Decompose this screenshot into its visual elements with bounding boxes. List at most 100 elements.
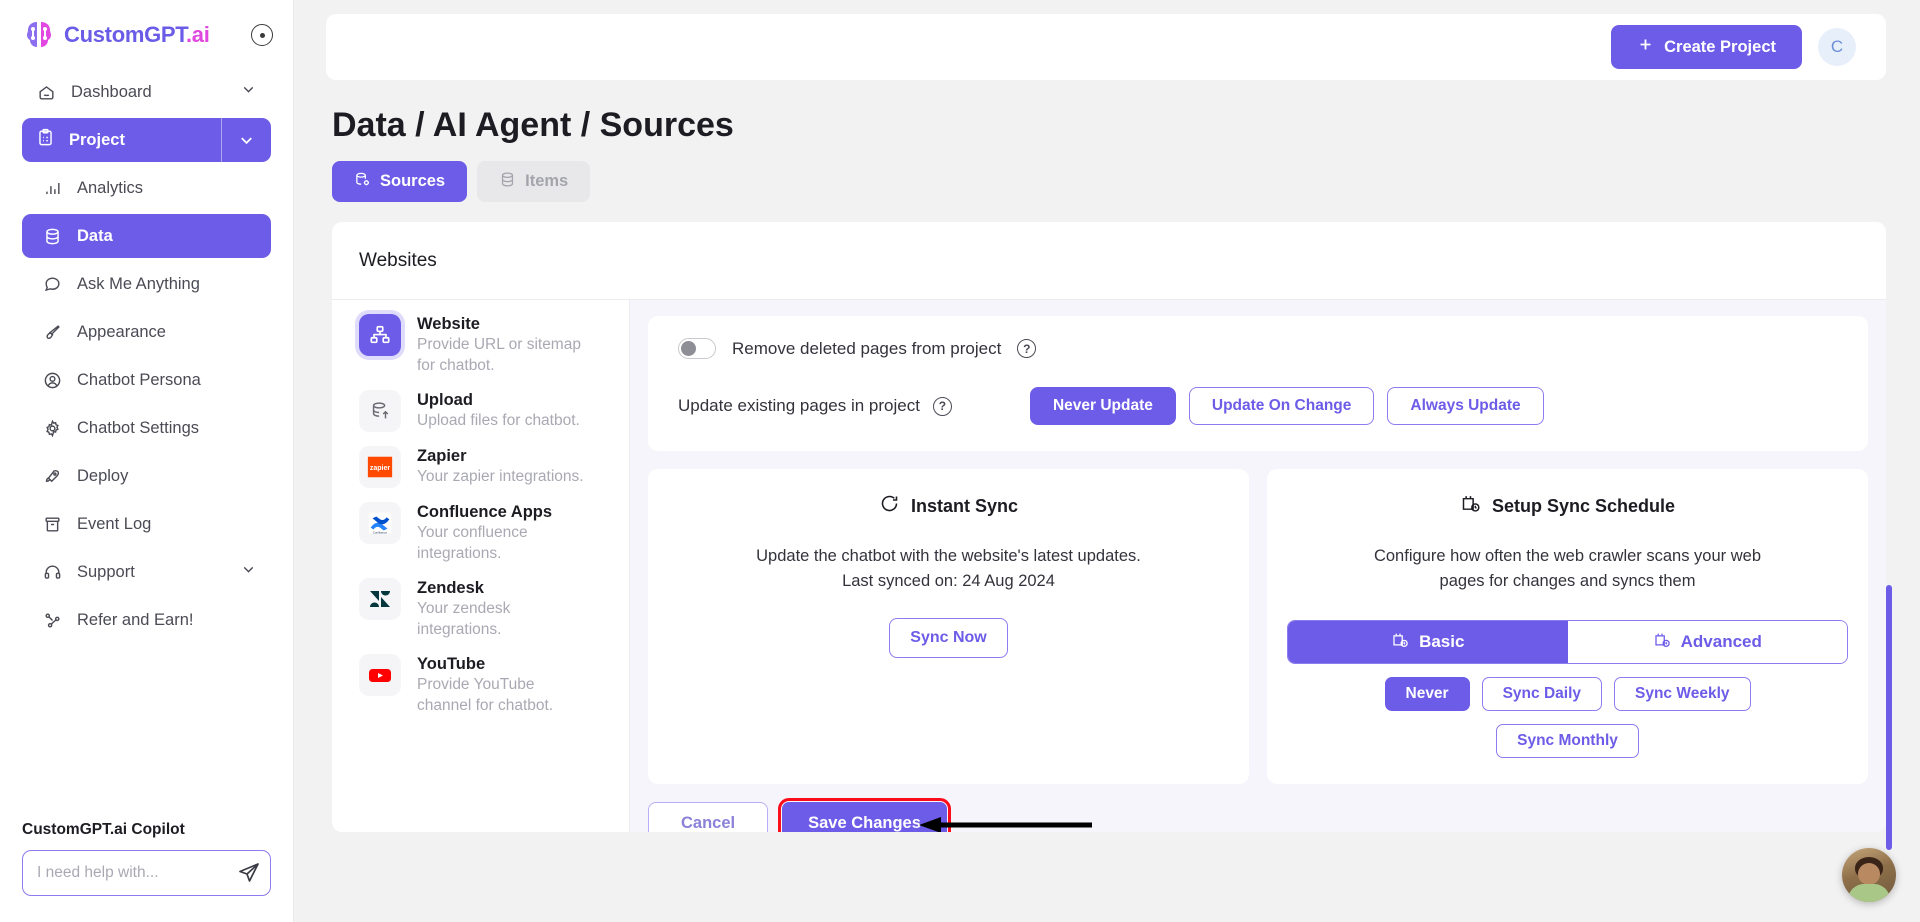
zapier-logo-icon: zapier — [359, 446, 401, 488]
save-button-wrapper: Save Changes — [778, 798, 1093, 832]
copilot-input-wrapper[interactable] — [22, 850, 271, 896]
database-upload-icon — [359, 390, 401, 432]
sync-frequency-weekly[interactable]: Sync Weekly — [1614, 677, 1751, 711]
share-nodes-icon — [42, 610, 63, 631]
sync-mode-basic[interactable]: Basic — [1288, 621, 1568, 663]
update-option-always-update[interactable]: Always Update — [1387, 387, 1544, 425]
sidebar-item-label: Support — [77, 562, 135, 581]
form-action-bar: Cancel Save Changes — [648, 798, 1868, 832]
sidebar-item-project[interactable]: Project — [22, 118, 271, 162]
tab-sources[interactable]: Sources — [332, 161, 468, 202]
tab-items[interactable]: Items — [477, 161, 591, 202]
sync-schedule-title-row: Setup Sync Schedule — [1287, 493, 1848, 519]
source-item-youtube[interactable]: YouTube Provide YouTube channel for chat… — [359, 654, 629, 716]
sidebar-item-deploy[interactable]: Deploy — [22, 454, 271, 498]
sidebar-item-chatbot-settings[interactable]: Chatbot Settings — [22, 406, 271, 450]
sidebar-item-dashboard[interactable]: Dashboard — [22, 70, 271, 114]
question-circle-icon[interactable]: ? — [932, 396, 952, 416]
sync-now-button[interactable]: Sync Now — [889, 618, 1008, 658]
avatar[interactable]: C — [1818, 28, 1856, 66]
sidebar-item-chatbot-persona[interactable]: Chatbot Persona — [22, 358, 271, 402]
gear-icon — [42, 418, 63, 439]
rocket-icon — [42, 466, 63, 487]
update-option-never-update[interactable]: Never Update — [1029, 387, 1176, 425]
copilot-input[interactable] — [37, 864, 237, 882]
update-option-update-on-change[interactable]: Update On Change — [1188, 387, 1375, 425]
source-item-zendesk[interactable]: Zendesk Your zendesk integrations. — [359, 578, 629, 640]
remove-deleted-pages-toggle[interactable] — [678, 338, 716, 359]
archive-icon — [42, 514, 63, 535]
cancel-button[interactable]: Cancel — [648, 802, 769, 832]
paint-brush-icon — [42, 322, 63, 343]
source-item-website[interactable]: Website Provide URL or sitemap for chatb… — [359, 314, 629, 376]
sync-frequency-row-1: Never Sync Daily Sync Weekly — [1287, 677, 1848, 711]
sidebar-item-refer-and-earn[interactable]: Refer and Earn! — [22, 598, 271, 642]
sidebar-item-label: Dashboard — [71, 82, 152, 101]
user-circle-icon — [42, 370, 63, 391]
sidebar-item-support[interactable]: Support — [22, 550, 271, 594]
sidebar-item-data[interactable]: Data — [22, 214, 271, 258]
update-existing-pages-row: Update existing pages in project ? Never… — [678, 387, 1838, 425]
clipboard-icon — [36, 128, 55, 152]
copilot-section: CustomGPT.ai Copilot — [0, 821, 293, 922]
sync-schedule-desc-2: pages for changes and syncs them — [1439, 572, 1696, 590]
sidebar-item-project-main[interactable]: Project — [22, 118, 221, 162]
sidebar-item-analytics[interactable]: Analytics — [22, 166, 271, 210]
sync-schedule-title: Setup Sync Schedule — [1491, 495, 1676, 516]
tab-sources-label: Sources — [380, 172, 446, 190]
sidebar-item-event-log[interactable]: Event Log — [22, 502, 271, 546]
main-area: Create Project C Data / AI Agent / Sourc… — [294, 0, 1920, 922]
sidebar-item-label: Event Log — [77, 514, 152, 533]
sidebar-item-label: Analytics — [77, 178, 144, 197]
sync-frequency-monthly[interactable]: Sync Monthly — [1496, 724, 1639, 758]
sidebar-item-appearance[interactable]: Appearance — [22, 310, 271, 354]
project-expand-chevron-icon[interactable] — [221, 118, 271, 162]
tab-items-label: Items — [525, 172, 569, 190]
source-item-name: Upload — [417, 391, 473, 409]
confluence-logo-icon: Confluence — [359, 502, 401, 544]
sync-mode-basic-label: Basic — [1419, 632, 1465, 651]
calendar-clock-icon — [1391, 631, 1409, 654]
app-root: CustomGPT.ai Dashboard Project Analytics… — [0, 0, 1920, 922]
paper-plane-icon[interactable] — [237, 861, 261, 885]
remove-deleted-pages-label: Remove deleted pages from project — [732, 338, 1002, 358]
source-item-upload[interactable]: Upload Upload files for chatbot. — [359, 390, 629, 432]
source-item-desc: Provide YouTube channel for chatbot. — [417, 676, 554, 714]
vertical-scrollbar-thumb[interactable] — [1886, 585, 1892, 850]
brand-name: CustomGPT.ai — [64, 22, 210, 48]
sync-frequency-never[interactable]: Never — [1384, 677, 1470, 711]
support-chat-avatar-button[interactable] — [1842, 848, 1896, 902]
source-item-desc: Provide URL or sitemap for chatbot. — [417, 336, 581, 374]
website-settings-content: Remove deleted pages from project ? Upda… — [630, 300, 1886, 832]
chevron-down-icon — [240, 561, 257, 583]
instant-sync-title: Instant Sync — [910, 495, 1019, 516]
update-settings-card: Remove deleted pages from project ? Upda… — [648, 316, 1868, 451]
source-item-confluence[interactable]: Confluence Confluence Apps Your confluen… — [359, 502, 629, 564]
sidebar-item-label: Deploy — [77, 466, 129, 485]
chevron-down-icon — [240, 81, 257, 103]
instant-sync-card: Instant Sync Update the chatbot with the… — [648, 469, 1249, 784]
source-item-name: Zendesk — [417, 579, 484, 597]
refresh-icon — [879, 493, 900, 519]
sidebar-item-ask-me-anything[interactable]: Ask Me Anything — [22, 262, 271, 306]
sidebar-item-label: Ask Me Anything — [77, 274, 200, 293]
instant-sync-title-row: Instant Sync — [668, 493, 1229, 519]
update-existing-pages-label: Update existing pages in project — [678, 396, 920, 415]
question-circle-icon[interactable]: ? — [1017, 339, 1037, 358]
source-item-name: YouTube — [417, 655, 486, 673]
panel-body: Website Provide URL or sitemap for chatb… — [332, 300, 1886, 832]
sync-mode-segmented-control: Basic Advanced — [1287, 620, 1848, 664]
sync-mode-advanced[interactable]: Advanced — [1567, 621, 1847, 663]
chat-bubble-icon — [42, 274, 63, 295]
sync-frequency-daily[interactable]: Sync Daily — [1481, 677, 1602, 711]
sidebar-item-label: Chatbot Persona — [77, 370, 201, 389]
brand-name-suffix: .ai — [185, 22, 210, 47]
create-project-button[interactable]: Create Project — [1611, 25, 1802, 69]
source-type-list: Website Provide URL or sitemap for chatb… — [332, 300, 630, 832]
source-item-desc: Your confluence integrations. — [417, 524, 528, 562]
info-dot-icon[interactable] — [251, 24, 273, 46]
source-item-zapier[interactable]: zapier Zapier Your zapier integrations. — [359, 446, 629, 488]
avatar-face — [1858, 863, 1880, 885]
customgpt-brain-logo-icon — [27, 22, 51, 47]
sidebar: CustomGPT.ai Dashboard Project Analytics… — [0, 0, 294, 922]
